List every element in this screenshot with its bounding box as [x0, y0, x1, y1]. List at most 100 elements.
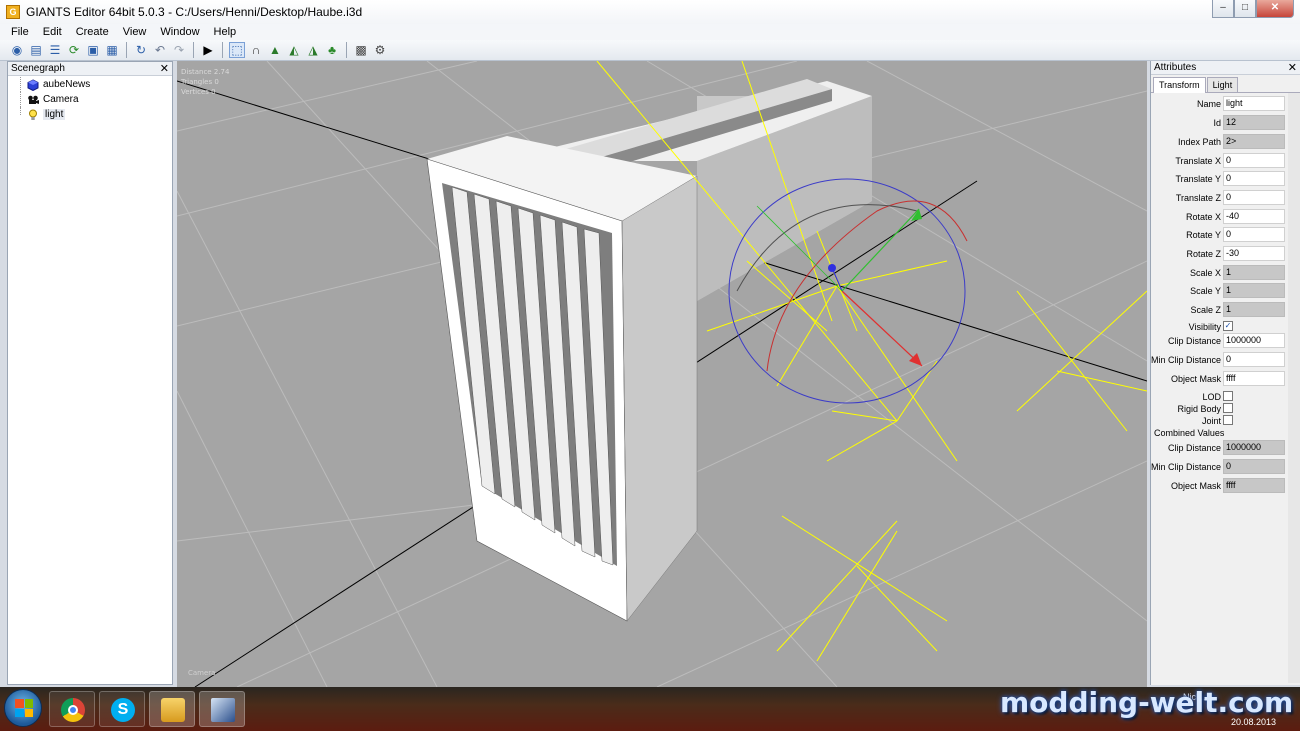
3d-viewport[interactable]: Distance 2.74 Triangles 0 Vertices 0 Cam… — [177, 61, 1147, 687]
taskbar-chrome[interactable] — [49, 691, 95, 727]
tree-item-light[interactable]: light — [8, 107, 172, 122]
attr-row-translate-y: Translate Y 0 — [1151, 171, 1287, 187]
terrain-icon[interactable]: ▲ — [267, 42, 283, 58]
close-button[interactable]: ✕ — [1256, 0, 1294, 18]
minimize-button[interactable]: – — [1212, 0, 1234, 18]
camera-icon — [26, 94, 39, 106]
rotate-y-field[interactable]: 0 — [1223, 227, 1285, 242]
attr-label: Rotate Y — [1186, 230, 1221, 240]
window-title: GIANTS Editor 64bit 5.0.3 - C:/Users/Hen… — [26, 5, 363, 19]
attr-label: Clip Distance — [1167, 336, 1221, 346]
attr-row-object-mask: Object Mask ffff — [1151, 371, 1287, 387]
tree-connector — [20, 77, 21, 92]
taskbar-skype[interactable]: S — [99, 691, 145, 727]
attr-row-clip-distance: Clip Distance 1000000 — [1151, 333, 1287, 349]
menu-edit[interactable]: Edit — [36, 26, 69, 38]
id-field: 12 — [1223, 115, 1285, 130]
attr-row-id: Id 12 — [1151, 115, 1287, 131]
tab-light[interactable]: Light — [1206, 77, 1239, 92]
joint-checkbox[interactable] — [1223, 415, 1233, 425]
attr-row-translate-z: Translate Z 0 — [1151, 190, 1287, 206]
settings-icon[interactable]: ⚙ — [372, 42, 388, 58]
attr-row-name: Name light — [1151, 96, 1287, 112]
menu-file[interactable]: File — [4, 26, 36, 38]
magnet-icon[interactable]: ∩ — [248, 42, 264, 58]
attr-label: Min Clip Distance — [1150, 355, 1221, 365]
toolbar: ◉ ▤ ☰ ⟳ ▣ ▦ ↻ ↶ ↷ ▶ ⬚ ∩ ▲ ◭ ◮ ♣ ▩ ⚙ — [0, 40, 1300, 61]
terrain-paint-icon[interactable]: ◭ — [286, 42, 302, 58]
menu-help[interactable]: Help — [207, 26, 244, 38]
tab-transform[interactable]: Transform — [1153, 77, 1206, 93]
attr-label: Clip Distance — [1167, 443, 1221, 453]
menu-create[interactable]: Create — [69, 26, 116, 38]
stat-triangles: Triangles 0 — [181, 78, 219, 86]
taskbar-giants-editor[interactable] — [199, 691, 245, 727]
start-button[interactable] — [4, 689, 42, 727]
checker-icon[interactable]: ▩ — [353, 42, 369, 58]
viewport-stats: Distance 2.74 Triangles 0 Vertices 0 — [181, 67, 229, 97]
cube-icon — [26, 78, 39, 91]
attr-label: Min Clip Distance — [1150, 462, 1221, 472]
combined-values-title: Combined Values — [1154, 428, 1225, 438]
translate-z-field[interactable]: 0 — [1223, 190, 1285, 205]
select-icon[interactable]: ⬚ — [229, 42, 245, 58]
rotate-x-field[interactable]: -40 — [1223, 209, 1285, 224]
attr-row-scale-x: Scale X 1 — [1151, 265, 1287, 281]
attr-row-rotate-x: Rotate X -40 — [1151, 209, 1287, 225]
attributes-title: Attributes — [1154, 62, 1197, 73]
attr-label: Scale Z — [1190, 305, 1221, 315]
min-clip-distance-field[interactable]: 0 — [1223, 352, 1285, 367]
scenegraph-title: Scenegraph — [11, 63, 65, 74]
clip-distance-field[interactable]: 1000000 — [1223, 333, 1285, 348]
name-field[interactable]: light — [1223, 96, 1285, 111]
save-all-icon[interactable]: ▦ — [104, 42, 120, 58]
menu-window[interactable]: Window — [153, 26, 206, 38]
tree-item-camera[interactable]: Camera — [8, 92, 172, 107]
lod-checkbox[interactable] — [1223, 391, 1233, 401]
scale-z-field[interactable]: 1 — [1223, 302, 1285, 317]
attr-label: Translate X — [1175, 156, 1221, 166]
attr-row-min-clip-distance: Min Clip Distance 0 — [1151, 352, 1287, 368]
close-icon[interactable]: ✕ — [1288, 61, 1297, 75]
terrain-sculpt-icon[interactable]: ◮ — [305, 42, 321, 58]
files-icon — [161, 698, 185, 722]
app-icon: G — [6, 5, 20, 19]
play-icon[interactable]: ▶ — [200, 42, 216, 58]
reload-icon[interactable]: ↻ — [133, 42, 149, 58]
maximize-button[interactable]: □ — [1234, 0, 1256, 18]
attr-label: Id — [1213, 118, 1221, 128]
scale-x-field[interactable]: 1 — [1223, 265, 1285, 280]
object-mask-field[interactable]: ffff — [1223, 371, 1285, 386]
menu-view[interactable]: View — [116, 26, 154, 38]
translate-y-field[interactable]: 0 — [1223, 171, 1285, 186]
tree-item-label: aubeNews — [43, 79, 91, 90]
rotate-z-field[interactable]: -30 — [1223, 246, 1285, 261]
camera-label: Camera — [188, 669, 216, 677]
open-icon[interactable]: ▤ — [28, 42, 44, 58]
stat-distance: Distance 2.74 — [181, 68, 230, 76]
attributes-tabs: Transform Light — [1151, 77, 1300, 93]
attr-label: Name — [1196, 99, 1221, 109]
new-icon[interactable]: ◉ — [9, 42, 25, 58]
rigid-body-checkbox[interactable] — [1223, 403, 1233, 413]
redo-icon[interactable]: ↷ — [171, 42, 187, 58]
close-icon[interactable]: ✕ — [160, 62, 169, 76]
combined-min-clip-distance-field: 0 — [1223, 459, 1285, 474]
tree-connector — [20, 107, 21, 115]
list-icon[interactable]: ☰ — [47, 42, 63, 58]
taskbar-files[interactable] — [149, 691, 195, 727]
undo-icon[interactable]: ↶ — [152, 42, 168, 58]
toolbar-separator — [126, 42, 127, 58]
scenegraph-header: Scenegraph ✕ — [8, 62, 172, 76]
gizmo-y-arrow — [841, 208, 920, 292]
save-icon[interactable]: ▣ — [85, 42, 101, 58]
toolbar-separator — [346, 42, 347, 58]
foliage-icon[interactable]: ♣ — [324, 42, 340, 58]
visibility-checkbox[interactable]: ✓ — [1223, 321, 1233, 331]
tree-item-aubenews[interactable]: aubeNews — [8, 77, 172, 92]
attributes-header: Attributes ✕ — [1151, 61, 1300, 75]
translate-x-field[interactable]: 0 — [1223, 153, 1285, 168]
attr-row-index-path: Index Path 2> — [1151, 134, 1287, 150]
scale-y-field[interactable]: 1 — [1223, 283, 1285, 298]
refresh-icon[interactable]: ⟳ — [66, 42, 82, 58]
